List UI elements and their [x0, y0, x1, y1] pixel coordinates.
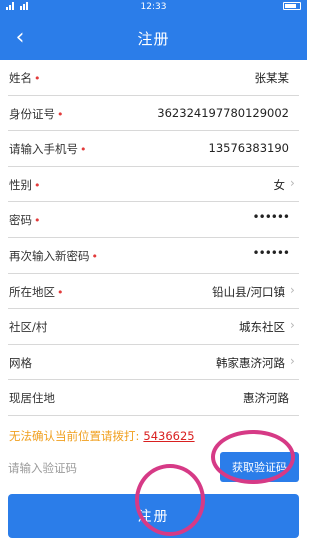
chevron-right-icon: ›: [290, 353, 295, 368]
status-bar: 12:33: [0, 0, 307, 16]
field-label: 身份证号 •: [9, 106, 64, 121]
field-label: 密码 •: [9, 213, 41, 228]
gender-select[interactable]: 女: [274, 177, 286, 193]
field-label: 社区/村: [9, 320, 48, 335]
form-row-region[interactable]: 所在地区 • 铅山县/河口镇 ›: [8, 274, 299, 310]
form-row-id-number[interactable]: 身份证号 • 362324197780129002: [8, 96, 299, 132]
id-number-field[interactable]: 362324197780129002: [157, 106, 289, 120]
page-title: 注册: [137, 30, 170, 48]
registration-form: 姓名 • 张某某 身份证号 • 362324197780129002 请输入手机号 •…: [0, 60, 307, 416]
form-row-community[interactable]: 社区/村 城东社区 ›: [8, 309, 299, 345]
hotline-link[interactable]: 5436625: [143, 429, 194, 443]
required-marker: •: [91, 249, 99, 263]
form-row-phone[interactable]: 请输入手机号 • 13576383190: [8, 131, 299, 167]
get-code-button[interactable]: 获取验证码: [220, 452, 299, 482]
chevron-right-icon: ›: [290, 175, 295, 190]
form-row-password[interactable]: 密码 • ••••••: [8, 202, 299, 238]
status-right: [283, 2, 301, 10]
verification-row: 获取验证码: [8, 447, 299, 489]
chevron-right-icon: ›: [290, 318, 295, 333]
verification-code-input[interactable]: [8, 455, 208, 481]
required-marker: •: [57, 285, 64, 299]
required-marker: •: [34, 214, 41, 228]
notice-text: 无法确认当前位置请拨打:: [9, 429, 140, 443]
region-select[interactable]: 铅山县/河口镇: [212, 284, 285, 300]
field-label: 现居住地: [9, 391, 55, 406]
community-select[interactable]: 城东社区: [239, 319, 285, 335]
address-field[interactable]: 惠济河路: [243, 390, 289, 406]
field-label: 性别 •: [9, 177, 41, 192]
field-label: 姓名 •: [9, 71, 41, 85]
nav-bar: ‹ 注册: [0, 16, 307, 60]
field-label: 网格: [9, 355, 32, 370]
location-notice: 无法确认当前位置请拨打: 5436625: [9, 428, 195, 444]
form-row-confirm-password[interactable]: 再次输入新密码 • ••••••: [8, 238, 299, 274]
required-marker: •: [57, 107, 64, 121]
form-row-gender[interactable]: 性别 • 女 ›: [8, 167, 299, 203]
chevron-right-icon: ›: [290, 282, 295, 297]
required-marker: •: [34, 72, 41, 85]
name-field[interactable]: 张某某: [255, 70, 290, 86]
confirm-password-field[interactable]: ••••••: [253, 246, 290, 260]
status-time: 12:33: [140, 2, 167, 12]
field-label: 再次输入新密码 •: [9, 248, 99, 263]
form-row-name[interactable]: 姓名 • 张某某: [8, 60, 299, 96]
form-row-grid[interactable]: 网格 韩家惠济河路 ›: [8, 345, 299, 381]
phone-field[interactable]: 13576383190: [209, 141, 289, 155]
field-label: 请输入手机号 •: [9, 142, 87, 157]
required-marker: •: [80, 143, 87, 157]
register-button[interactable]: 注册: [8, 494, 299, 538]
grid-select[interactable]: 韩家惠济河路: [216, 355, 285, 371]
form-row-address[interactable]: 现居住地 惠济河路: [8, 380, 299, 416]
battery-icon: [283, 2, 301, 10]
field-label: 所在地区 •: [9, 284, 64, 299]
password-field[interactable]: ••••••: [253, 210, 290, 224]
required-marker: •: [34, 178, 41, 192]
